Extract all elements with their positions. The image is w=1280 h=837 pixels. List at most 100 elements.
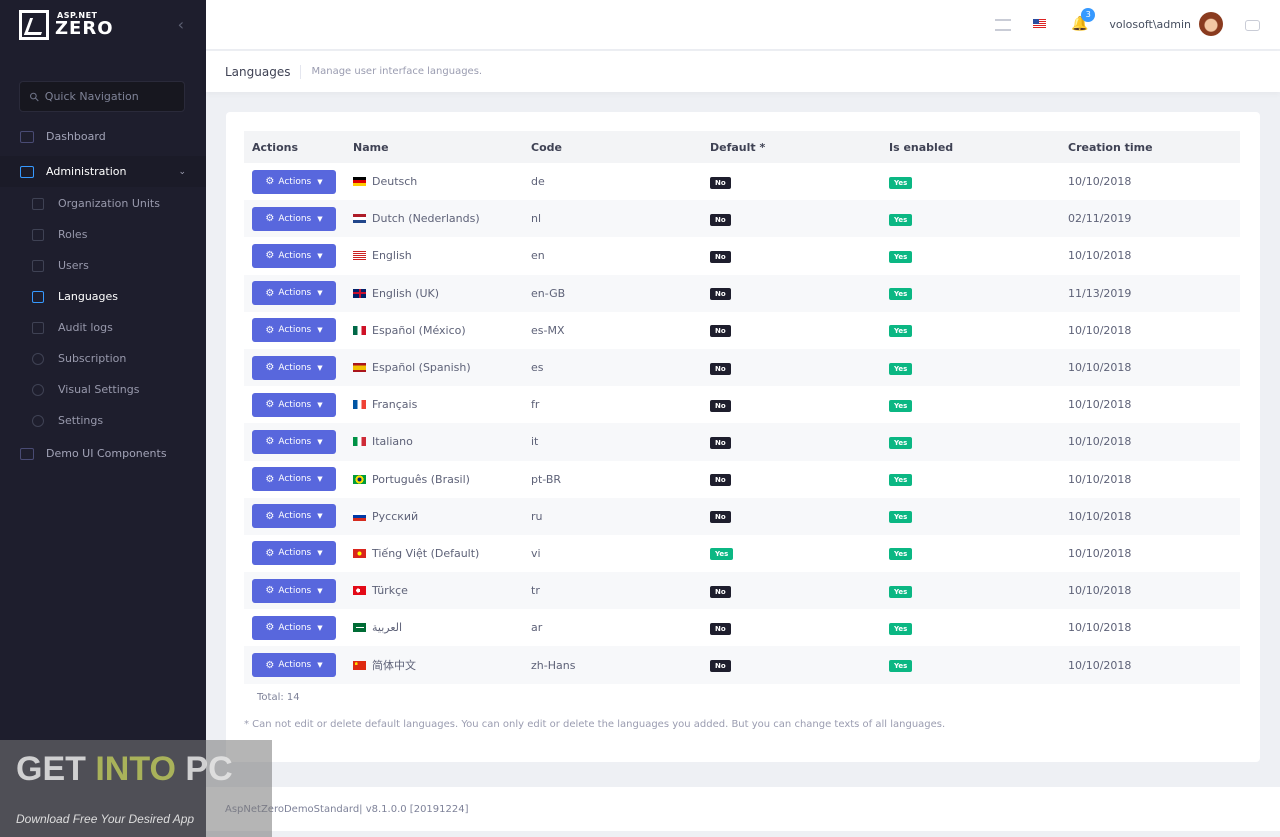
table-row: ⚙ Actions ▼ العربية ar No Yes 10/10/2018 bbox=[244, 609, 1240, 646]
sidebar-item-settings[interactable]: Settings bbox=[0, 405, 206, 436]
enabled-badge: Yes bbox=[889, 325, 913, 338]
brand-logo[interactable]: ASP.NET ZERO ‹ bbox=[0, 0, 206, 50]
notifications-bell-icon[interactable]: 🔔 3 bbox=[1071, 8, 1096, 32]
search-icon: ⚲ bbox=[26, 88, 43, 105]
sidebar-item-audit-logs[interactable]: Audit logs bbox=[0, 312, 206, 343]
default-badge: No bbox=[710, 436, 731, 449]
actions-dropdown-button[interactable]: ⚙ Actions ▼ bbox=[252, 429, 336, 454]
quick-navigation-input[interactable] bbox=[44, 90, 175, 103]
default-badge: No bbox=[710, 660, 731, 673]
actions-dropdown-button[interactable]: ⚙ Actions ▼ bbox=[252, 615, 336, 640]
language-code: ar bbox=[531, 621, 543, 635]
column-header-default[interactable]: Default * bbox=[702, 131, 881, 163]
sidebar-item-label: Languages bbox=[58, 290, 119, 303]
actions-dropdown-button[interactable]: ⚙ Actions ▼ bbox=[252, 243, 336, 268]
sidebar-item-organization-units[interactable]: Organization Units bbox=[0, 188, 206, 219]
avatar[interactable] bbox=[1199, 12, 1223, 36]
column-header-code[interactable]: Code bbox=[523, 131, 702, 163]
gear-icon: ⚙ bbox=[265, 362, 275, 374]
actions-dropdown-button[interactable]: ⚙ Actions ▼ bbox=[252, 504, 336, 529]
column-header-name[interactable]: Name bbox=[345, 131, 523, 163]
sidebar-item-label: Subscription bbox=[58, 352, 127, 365]
fr-flag-icon bbox=[353, 400, 366, 410]
table-row: ⚙ Actions ▼ Dutch (Nederlands) nl No Yes… bbox=[244, 200, 1240, 238]
chevron-down-icon: ⌄ bbox=[178, 166, 186, 177]
enabled-badge: Yes bbox=[889, 213, 913, 226]
table-row: ⚙ Actions ▼ Français fr No Yes 10/10/201… bbox=[244, 386, 1240, 423]
users-icon bbox=[32, 259, 44, 272]
sidebar-item-visual-settings[interactable]: Visual Settings bbox=[0, 374, 206, 405]
creation-time: 10/10/2018 bbox=[1068, 398, 1132, 412]
column-header-is-enabled[interactable]: Is enabled bbox=[881, 131, 1060, 163]
actions-dropdown-button[interactable]: ⚙ Actions ▼ bbox=[252, 206, 336, 231]
roles-icon bbox=[32, 228, 44, 241]
sidebar-item-administration[interactable]: Administration ⌄ bbox=[0, 156, 206, 187]
sidebar-item-demo-ui-components[interactable]: Demo UI Components bbox=[0, 438, 206, 469]
sidebar-item-languages[interactable]: Languages bbox=[0, 281, 206, 312]
chevron-down-icon: ▼ bbox=[317, 661, 323, 670]
quick-navigation[interactable]: ⚲ bbox=[19, 81, 185, 112]
language-code: pt-BR bbox=[531, 472, 562, 486]
sidebar-item-label: Organization Units bbox=[58, 197, 160, 210]
table-row: ⚙ Actions ▼ Tiếng Việt (Default) vi Yes … bbox=[244, 535, 1240, 572]
actions-dropdown-button[interactable]: ⚙ Actions ▼ bbox=[252, 467, 336, 492]
language-code: de bbox=[531, 175, 545, 189]
table-row: ⚙ Actions ▼ Deutsch de No Yes 10/10/2018 bbox=[244, 163, 1240, 200]
watermark: GET INTO PC Download Free Your Desired A… bbox=[0, 740, 272, 837]
sidebar-item-dashboard[interactable]: Dashboard bbox=[0, 121, 206, 152]
actions-dropdown-button[interactable]: ⚙ Actions ▼ bbox=[252, 281, 336, 306]
top-bar: 🔔 3 volosoft\admin bbox=[206, 0, 1280, 50]
gb-flag-icon bbox=[353, 288, 366, 298]
actions-dropdown-button[interactable]: ⚙ Actions ▼ bbox=[252, 169, 336, 194]
chevron-down-icon: ▼ bbox=[317, 326, 323, 335]
creation-time: 10/10/2018 bbox=[1068, 658, 1132, 672]
language-name: Tiếng Việt (Default) bbox=[372, 546, 480, 560]
grid-icon bbox=[20, 447, 34, 460]
sidebar: ASP.NET ZERO ‹ ⚲ Dashboard Administratio… bbox=[0, 0, 206, 837]
dashboard-icon bbox=[20, 130, 34, 143]
language-name: العربية bbox=[372, 621, 403, 635]
gear-icon: ⚙ bbox=[265, 176, 275, 188]
creation-time: 10/10/2018 bbox=[1068, 323, 1132, 337]
table-row: ⚙ Actions ▼ Pусский ru No Yes 10/10/2018 bbox=[244, 497, 1240, 535]
language-code: ru bbox=[531, 509, 543, 523]
column-header-creation-time[interactable]: Creation time bbox=[1060, 131, 1240, 163]
watermark-tagline: Download Free Your Desired App bbox=[16, 812, 195, 826]
sidebar-item-label: Visual Settings bbox=[58, 383, 140, 396]
actions-dropdown-button[interactable]: ⚙ Actions ▼ bbox=[252, 541, 336, 566]
gear-icon: ⚙ bbox=[265, 510, 275, 522]
footer: AspNetZeroDemoStandard| v8.1.0.0 [201912… bbox=[206, 787, 1280, 831]
audit-logs-icon bbox=[32, 321, 44, 334]
actions-dropdown-button[interactable]: ⚙ Actions ▼ bbox=[252, 318, 336, 343]
actions-dropdown-button[interactable]: ⚙ Actions ▼ bbox=[252, 578, 336, 603]
default-badge: No bbox=[710, 176, 731, 189]
language-name: Pусский bbox=[372, 509, 419, 523]
languages-card: Actions Name Code Default * Is enabled C… bbox=[226, 112, 1260, 762]
table-row: ⚙ Actions ▼ Español (México) es-MX No Ye… bbox=[244, 312, 1240, 349]
gear-icon bbox=[32, 414, 44, 427]
sidebar-item-roles[interactable]: Roles bbox=[0, 219, 206, 250]
language-code: en-GB bbox=[531, 286, 566, 300]
settings-sliders-icon[interactable] bbox=[995, 19, 1012, 31]
chat-icon[interactable] bbox=[1245, 19, 1260, 31]
sidebar-item-subscription[interactable]: Subscription bbox=[0, 343, 206, 374]
vn-flag-icon bbox=[353, 548, 366, 558]
creation-time: 10/10/2018 bbox=[1068, 621, 1132, 635]
actions-dropdown-button[interactable]: ⚙ Actions ▼ bbox=[252, 355, 336, 380]
language-switcher[interactable] bbox=[1033, 16, 1049, 32]
creation-time: 11/13/2019 bbox=[1068, 286, 1132, 300]
logo-icon bbox=[19, 10, 49, 40]
default-badge: No bbox=[710, 474, 731, 487]
actions-dropdown-button[interactable]: ⚙ Actions ▼ bbox=[252, 653, 336, 678]
enabled-badge: Yes bbox=[889, 362, 913, 375]
chevron-down-icon: ▼ bbox=[317, 289, 323, 298]
sidebar-item-users[interactable]: Users bbox=[0, 250, 206, 281]
chevron-down-icon: ▼ bbox=[317, 177, 323, 186]
table-row: ⚙ Actions ▼ Español (Spanish) es No Yes … bbox=[244, 348, 1240, 387]
username[interactable]: volosoft\admin bbox=[1109, 18, 1191, 31]
language-code: en bbox=[531, 249, 545, 263]
actions-dropdown-button[interactable]: ⚙ Actions ▼ bbox=[252, 392, 336, 417]
language-code: fr bbox=[531, 398, 540, 412]
collapse-sidebar-icon[interactable]: ‹ bbox=[178, 15, 184, 34]
chevron-down-icon: ▼ bbox=[317, 251, 323, 260]
